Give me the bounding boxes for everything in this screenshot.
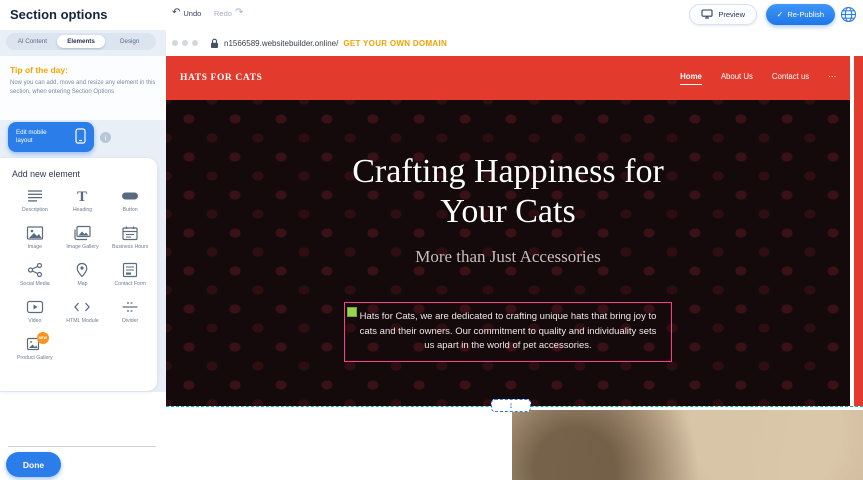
image-icon bbox=[24, 225, 46, 241]
site-preview-canvas: n1566589.websitebuilder.online/ GET YOUR… bbox=[166, 30, 863, 480]
undo-button[interactable]: ↶ Undo bbox=[172, 8, 201, 18]
check-icon: ✓ bbox=[777, 10, 784, 19]
nav-item-about-us[interactable]: About Us bbox=[721, 72, 753, 84]
globe-icon bbox=[840, 6, 857, 23]
done-button[interactable]: Done bbox=[6, 452, 61, 477]
business-hours-icon bbox=[119, 225, 141, 241]
element-item-contact-form[interactable]: Contact Form bbox=[107, 262, 153, 299]
tab-elements[interactable]: Elements bbox=[57, 35, 106, 48]
sidebar-tabs: AI Content Elements Design bbox=[6, 33, 156, 50]
edit-mobile-layout-label: Edit mobile layout bbox=[16, 129, 64, 145]
social-media-icon bbox=[24, 262, 46, 278]
heading-icon: T bbox=[71, 188, 93, 204]
new-badge: NEW bbox=[37, 332, 49, 344]
page-title: Section options bbox=[10, 7, 108, 22]
tab-ai-content[interactable]: AI Content bbox=[8, 35, 57, 48]
contact-form-icon bbox=[119, 262, 141, 278]
element-item-video[interactable]: Video bbox=[12, 299, 58, 336]
site-frame: HATS FOR CATS Home About Us Contact us ⋯… bbox=[166, 56, 850, 406]
site-scroll-strip bbox=[854, 56, 863, 406]
element-item-divider[interactable]: Divider bbox=[107, 299, 153, 336]
republish-button[interactable]: ✓ Re-Publish bbox=[766, 4, 835, 25]
tip-card: Tip of the day: Now you can add, move an… bbox=[0, 56, 166, 120]
edit-mobile-layout-button[interactable]: Edit mobile layout bbox=[8, 122, 94, 152]
element-item-product-gallery[interactable]: NEW Product Gallery bbox=[12, 336, 58, 373]
topbar: Section options ↶ Undo Redo ↷ Preview ✓ … bbox=[0, 0, 863, 30]
map-pin-icon bbox=[71, 262, 93, 278]
site-url: n1566589.websitebuilder.online/ bbox=[224, 39, 338, 48]
button-icon bbox=[119, 188, 141, 204]
svg-text:T: T bbox=[77, 189, 87, 204]
element-grid: Description T Heading Button Image Image… bbox=[12, 188, 153, 373]
hero-paragraph-box[interactable]: Hats for Cats, we are dedicated to craft… bbox=[344, 302, 672, 362]
description-icon bbox=[24, 188, 46, 204]
hero-subtitle[interactable]: More than Just Accessories bbox=[166, 247, 850, 267]
tip-body: Now you can add, move and resize any ele… bbox=[10, 79, 156, 97]
republish-label: Re-Publish bbox=[787, 10, 824, 19]
add-element-panel: Add new element Description T Heading Bu… bbox=[0, 158, 157, 391]
window-dot bbox=[192, 40, 198, 46]
sidebar: AI Content Elements Design Tip of the da… bbox=[0, 30, 166, 480]
nav-item-home[interactable]: Home bbox=[680, 72, 702, 85]
tip-title: Tip of the day: bbox=[10, 65, 156, 75]
redo-icon: ↷ bbox=[235, 8, 243, 18]
monitor-icon bbox=[701, 9, 713, 21]
tab-design[interactable]: Design bbox=[105, 35, 154, 48]
add-panel-title: Add new element bbox=[12, 169, 153, 179]
html-module-icon bbox=[71, 299, 93, 315]
redo-label: Redo bbox=[214, 9, 232, 18]
divider-icon bbox=[119, 299, 141, 315]
redo-button[interactable]: Redo ↷ bbox=[214, 8, 243, 18]
browser-bar: n1566589.websitebuilder.online/ GET YOUR… bbox=[166, 30, 863, 56]
element-item-html-module[interactable]: HTML Module bbox=[60, 299, 106, 336]
preview-label: Preview bbox=[718, 10, 745, 19]
element-item-image[interactable]: Image bbox=[12, 225, 58, 262]
hero-section[interactable]: Crafting Happiness for Your Cats More th… bbox=[166, 100, 850, 406]
video-icon bbox=[24, 299, 46, 315]
element-item-social-media[interactable]: Social Media bbox=[12, 262, 58, 299]
element-item-map[interactable]: Map bbox=[60, 262, 106, 299]
site-header: HATS FOR CATS Home About Us Contact us ⋯ bbox=[166, 56, 850, 100]
element-item-description[interactable]: Description bbox=[12, 188, 58, 225]
window-dot bbox=[172, 40, 178, 46]
lock-icon bbox=[210, 38, 219, 49]
site-logo[interactable]: HATS FOR CATS bbox=[180, 73, 262, 83]
hero-title[interactable]: Crafting Happiness for Your Cats bbox=[166, 100, 850, 232]
window-dot bbox=[182, 40, 188, 46]
nav-more-button[interactable]: ⋯ bbox=[828, 72, 836, 84]
hero-title-line2: Your Cats bbox=[166, 192, 850, 232]
hero-paragraph: Hats for Cats, we are dedicated to craft… bbox=[356, 310, 660, 354]
info-icon[interactable]: i bbox=[100, 132, 111, 143]
element-item-business-hours[interactable]: Business Hours bbox=[107, 225, 153, 262]
nav-item-contact-us[interactable]: Contact us bbox=[772, 72, 809, 84]
phone-icon bbox=[75, 128, 86, 146]
preview-button[interactable]: Preview bbox=[689, 4, 757, 25]
undo-label: Undo bbox=[183, 9, 201, 18]
get-domain-link[interactable]: GET YOUR OWN DOMAIN bbox=[343, 39, 447, 48]
site-nav: Home About Us Contact us ⋯ bbox=[680, 72, 836, 85]
hero-title-line1: Crafting Happiness for bbox=[166, 152, 850, 192]
undo-icon: ↶ bbox=[172, 8, 180, 18]
element-item-image-gallery[interactable]: Image Gallery bbox=[60, 225, 106, 262]
element-item-button[interactable]: Button bbox=[107, 188, 153, 225]
element-item-heading[interactable]: T Heading bbox=[60, 188, 106, 225]
sidebar-divider bbox=[8, 446, 156, 447]
next-section-image[interactable] bbox=[512, 410, 863, 480]
image-gallery-icon bbox=[71, 225, 93, 241]
drag-handle-green[interactable] bbox=[347, 307, 357, 317]
language-globe-button[interactable] bbox=[840, 6, 857, 23]
section-resize-handle[interactable]: ↕ bbox=[491, 399, 531, 412]
